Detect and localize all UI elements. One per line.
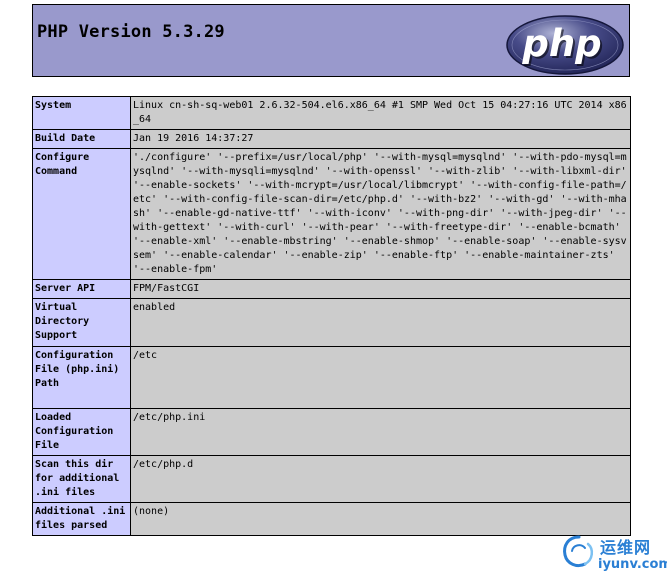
site-watermark: 运维网 iyunv.com [560, 531, 667, 579]
watermark-site-url: iyunv.com [598, 557, 667, 572]
row-key: Build Date [32, 129, 131, 149]
watermark-site-name: 运维网 [600, 538, 652, 557]
phpinfo-table-body: System Linux cn-sh-sq-web01 2.6.32-504.e… [32, 96, 631, 536]
row-value: /etc/php.ini [130, 408, 631, 456]
table-row: Configuration File (php.ini) Path /etc [32, 346, 631, 409]
row-key: Loaded Configuration File [32, 408, 131, 456]
php-logo: php php [506, 15, 624, 75]
php-logo-text: php [521, 22, 601, 65]
row-key: Scan this dir for additional .ini files [32, 455, 131, 503]
row-value: /etc/php.d [130, 455, 631, 503]
row-key: Configure Command [32, 148, 131, 280]
table-row: Loaded Configuration File /etc/php.ini [32, 408, 631, 456]
row-value: FPM/FastCGI [130, 279, 631, 299]
page-title: PHP Version 5.3.29 [37, 22, 225, 42]
table-row: System Linux cn-sh-sq-web01 2.6.32-504.e… [32, 96, 631, 130]
table-row: Server API FPM/FastCGI [32, 279, 631, 299]
row-key: Server API [32, 279, 131, 299]
row-key: System [32, 96, 131, 130]
swirl-logo-icon [563, 535, 594, 568]
row-value: Linux cn-sh-sq-web01 2.6.32-504.el6.x86_… [130, 96, 631, 130]
row-value: './configure' '--prefix=/usr/local/php' … [130, 148, 631, 280]
table-row: Configure Command './configure' '--prefi… [32, 148, 631, 280]
row-value: enabled [130, 298, 631, 347]
phpinfo-table: System Linux cn-sh-sq-web01 2.6.32-504.e… [32, 96, 631, 536]
row-key: Virtual Directory Support [32, 298, 131, 347]
row-value: Jan 19 2016 14:37:27 [130, 129, 631, 149]
phpinfo-header: PHP Version 5.3.29 php php [32, 4, 630, 77]
table-row: Virtual Directory Support enabled [32, 298, 631, 347]
table-row: Additional .ini files parsed (none) [32, 502, 631, 536]
table-row: Scan this dir for additional .ini files … [32, 455, 631, 503]
row-value: /etc [130, 346, 631, 409]
row-value: (none) [130, 502, 631, 536]
row-key: Configuration File (php.ini) Path [32, 346, 131, 409]
table-row: Build Date Jan 19 2016 14:37:27 [32, 129, 631, 149]
row-key: Additional .ini files parsed [32, 502, 131, 536]
